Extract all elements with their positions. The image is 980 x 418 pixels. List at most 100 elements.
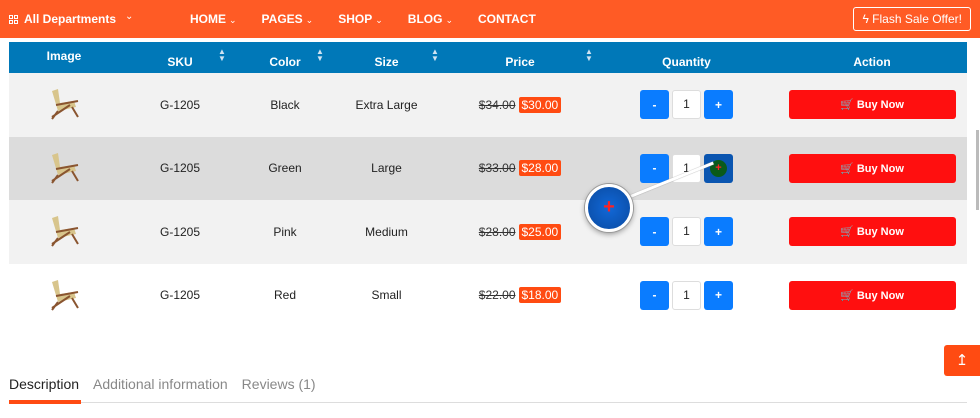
table-row: G-1205 Pink Medium $28.00 $25.00-1 + 🛒 Buy Now [9, 200, 967, 264]
cart-icon: 🛒 [840, 226, 854, 239]
size-cell: Medium [329, 200, 444, 264]
flash-sale-button[interactable]: ϟ Flash Sale Offer! [853, 7, 971, 31]
grid-icon [9, 14, 18, 24]
quantity-stepper: -1 + [640, 153, 733, 183]
nav-home[interactable]: HOME ⌄ [190, 12, 237, 26]
product-image [44, 216, 84, 251]
price-cell: $33.00 $28.00 [444, 136, 596, 200]
variants-table: Image SKU ▲ ▼ Color ▲ ▼ Size ▲ ▼ Price ▲ ▼ Quantity Ac… [9, 42, 967, 327]
price-cell: $22.00 $18.00 [444, 263, 596, 327]
column-header-image: Image [9, 42, 119, 73]
increase-button[interactable]: + [704, 90, 733, 120]
increase-button[interactable]: + [704, 217, 733, 247]
chevron-down-icon: ⌄ [445, 15, 453, 25]
sku-cell: G-1205 [119, 200, 241, 264]
cart-icon: 🛒 [840, 162, 854, 175]
buy-now-button[interactable]: 🛒 Buy Now [788, 90, 956, 120]
header-label: Color [269, 54, 301, 69]
header-label: SKU [167, 54, 193, 69]
sale-price: $18.00 [518, 287, 562, 304]
size-cell: Extra Large [329, 73, 444, 137]
column-header-color[interactable]: Color ▲ ▼ [241, 42, 329, 73]
quantity-input[interactable]: 1 [672, 217, 701, 247]
departments-label: All Departments [24, 12, 117, 26]
table-row: G-1205 Black Extra Large $34.00 $30.00-1 + 🛒 B… [9, 73, 967, 137]
sort-icon[interactable]: ▲ ▼ [316, 48, 324, 63]
color-cell: Green [241, 136, 329, 200]
tab-divider [9, 402, 967, 403]
product-image [44, 279, 84, 315]
table-row: G-1205 Red Small $22.00 $18.00-1 + 🛒 Buy Now [9, 263, 967, 327]
quantity-input[interactable]: 1 [672, 280, 701, 310]
scrollbar[interactable] [976, 130, 979, 210]
column-header-size[interactable]: Size ▲ ▼ [329, 42, 444, 73]
scroll-to-top-button[interactable]: ↥ [944, 345, 980, 376]
main-nav: HOME ⌄ PAGES ⌄ SHOP ⌄ BLOG ⌄ CONTACT [190, 12, 561, 26]
sale-price: $25.00 [518, 223, 562, 240]
product-image [44, 89, 84, 124]
header-label: Size [374, 54, 399, 69]
increase-button[interactable]: + [704, 153, 733, 183]
header-label: Quantity [662, 54, 711, 69]
tab-additional-information[interactable]: Additional information [93, 376, 228, 392]
header-label: Image [46, 48, 82, 63]
column-header-quantity: Quantity [596, 42, 777, 73]
color-cell: Red [241, 263, 329, 327]
nav-pages[interactable]: PAGES ⌄ [262, 12, 314, 26]
decrease-button[interactable]: - [640, 280, 669, 310]
sort-icon[interactable]: ▲ ▼ [431, 48, 439, 63]
sku-cell: G-1205 [119, 263, 241, 327]
sale-price: $28.00 [518, 160, 562, 177]
header-label: Action [853, 54, 891, 69]
cart-icon: 🛒 [840, 289, 854, 302]
decrease-button[interactable]: - [640, 217, 669, 247]
active-tab-indicator [9, 400, 81, 404]
price-cell: $34.00 $30.00 [444, 73, 596, 137]
nav-shop[interactable]: SHOP ⌄ [338, 12, 383, 26]
quantity-input[interactable]: 1 [672, 90, 701, 120]
old-price: $34.00 [478, 97, 516, 112]
tab-description[interactable]: Description [9, 376, 79, 392]
quantity-stepper: -1 + [640, 280, 733, 310]
old-price: $33.00 [478, 161, 516, 176]
tab-reviews[interactable]: Reviews (1) [242, 376, 316, 392]
decrease-button[interactable]: - [640, 90, 669, 120]
column-header-action: Action [777, 42, 967, 73]
chevron-down-icon: ⌄ [305, 15, 314, 25]
sort-icon[interactable]: ▲ ▼ [585, 48, 593, 63]
sku-cell: G-1205 [119, 136, 241, 200]
sku-cell: G-1205 [119, 73, 241, 137]
color-cell: Pink [241, 200, 329, 264]
column-header-price[interactable]: Price ▲ ▼ [444, 42, 596, 73]
nav-contact[interactable]: CONTACT [478, 12, 536, 26]
cart-icon: 🛒 [840, 99, 854, 112]
quantity-stepper: -1 + [640, 90, 733, 120]
column-header-sku[interactable]: SKU ▲ ▼ [119, 42, 241, 73]
magnifier-plus-icon: + [585, 184, 633, 232]
sale-price: $30.00 [518, 96, 562, 113]
chevron-down-icon[interactable]: ⌄ [125, 11, 133, 22]
buy-now-button[interactable]: 🛒 Buy Now [788, 217, 956, 247]
top-nav-bar: All Departments ⌄ HOME ⌄ PAGES ⌄ SHOP ⌄ BLO… [0, 0, 980, 38]
buy-now-button[interactable]: 🛒 Buy Now [788, 280, 956, 310]
chevron-down-icon: ⌄ [229, 15, 237, 25]
nav-blog[interactable]: BLOG ⌄ [408, 12, 453, 26]
header-label: Price [505, 54, 535, 69]
sort-icon[interactable]: ▲ ▼ [218, 48, 226, 63]
size-cell: Small [329, 263, 444, 327]
increase-button[interactable]: + [704, 280, 733, 310]
product-tabs: Description Additional information Revie… [9, 376, 316, 392]
buy-now-button[interactable]: 🛒 Buy Now [788, 153, 956, 183]
price-cell: $28.00 $25.00 [444, 200, 596, 264]
old-price: $28.00 [478, 224, 516, 239]
product-image [44, 152, 84, 188]
all-departments-menu[interactable]: All Departments [9, 12, 116, 26]
decrease-button[interactable]: - [640, 153, 669, 183]
old-price: $22.00 [478, 288, 516, 303]
table-row: G-1205GreenLarge$33.00$28.00-1+🛒 Buy Now [9, 136, 967, 200]
chevron-down-icon: ⌄ [375, 15, 383, 25]
size-cell: Large [329, 136, 444, 200]
quantity-stepper: -1 + [640, 217, 733, 247]
bolt-icon: ϟ [862, 12, 869, 26]
color-cell: Black [241, 73, 329, 137]
